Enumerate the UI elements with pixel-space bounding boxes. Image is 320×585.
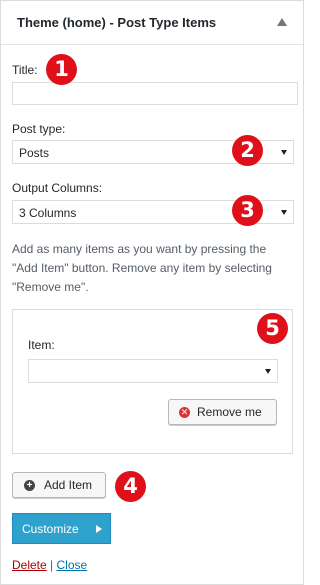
remove-me-button[interactable]: ✕ Remove me [168,399,277,425]
annotation-badge-2: 2 [232,135,263,166]
output-columns-value: 3 Columns [19,206,77,220]
dropdown-arrow-icon [265,369,271,374]
widget-header[interactable]: Theme (home) - Post Type Items [1,1,303,45]
title-label: Title: [12,63,38,77]
link-separator: | [50,558,54,572]
post-type-value: Posts [19,146,50,160]
customize-label: Customize [22,522,79,536]
dropdown-arrow-icon [281,150,287,155]
play-arrow-icon [96,525,102,533]
annotation-badge-5: 5 [257,313,288,344]
post-type-label: Post type: [12,122,66,136]
repeater-item-panel: Item: ✕ Remove me [12,309,293,454]
remove-x-icon: ✕ [179,406,190,418]
remove-me-label: Remove me [197,405,262,419]
annotation-badge-4: 4 [115,471,146,502]
help-text: Add as many items as you want by pressin… [12,242,272,294]
collapse-arrow-icon[interactable] [277,18,287,26]
item-label: Item: [28,338,55,352]
annotation-badge-3: 3 [232,195,263,226]
widget-panel: Theme (home) - Post Type Items Title: Po… [0,0,304,585]
add-item-button[interactable]: + Add Item [12,472,106,498]
title-input[interactable] [12,82,298,105]
output-columns-label: Output Columns: [12,181,103,195]
footer-links: Delete | Close [12,558,87,572]
dropdown-arrow-icon [281,210,287,215]
plus-circle-icon: + [24,479,35,491]
close-link[interactable]: Close [57,558,88,572]
delete-link[interactable]: Delete [12,558,47,572]
add-item-label: Add Item [44,478,93,492]
widget-title: Theme (home) - Post Type Items [17,15,217,30]
item-select[interactable] [28,359,278,383]
annotation-badge-1: 1 [46,54,77,85]
customize-button[interactable]: Customize [12,513,111,544]
